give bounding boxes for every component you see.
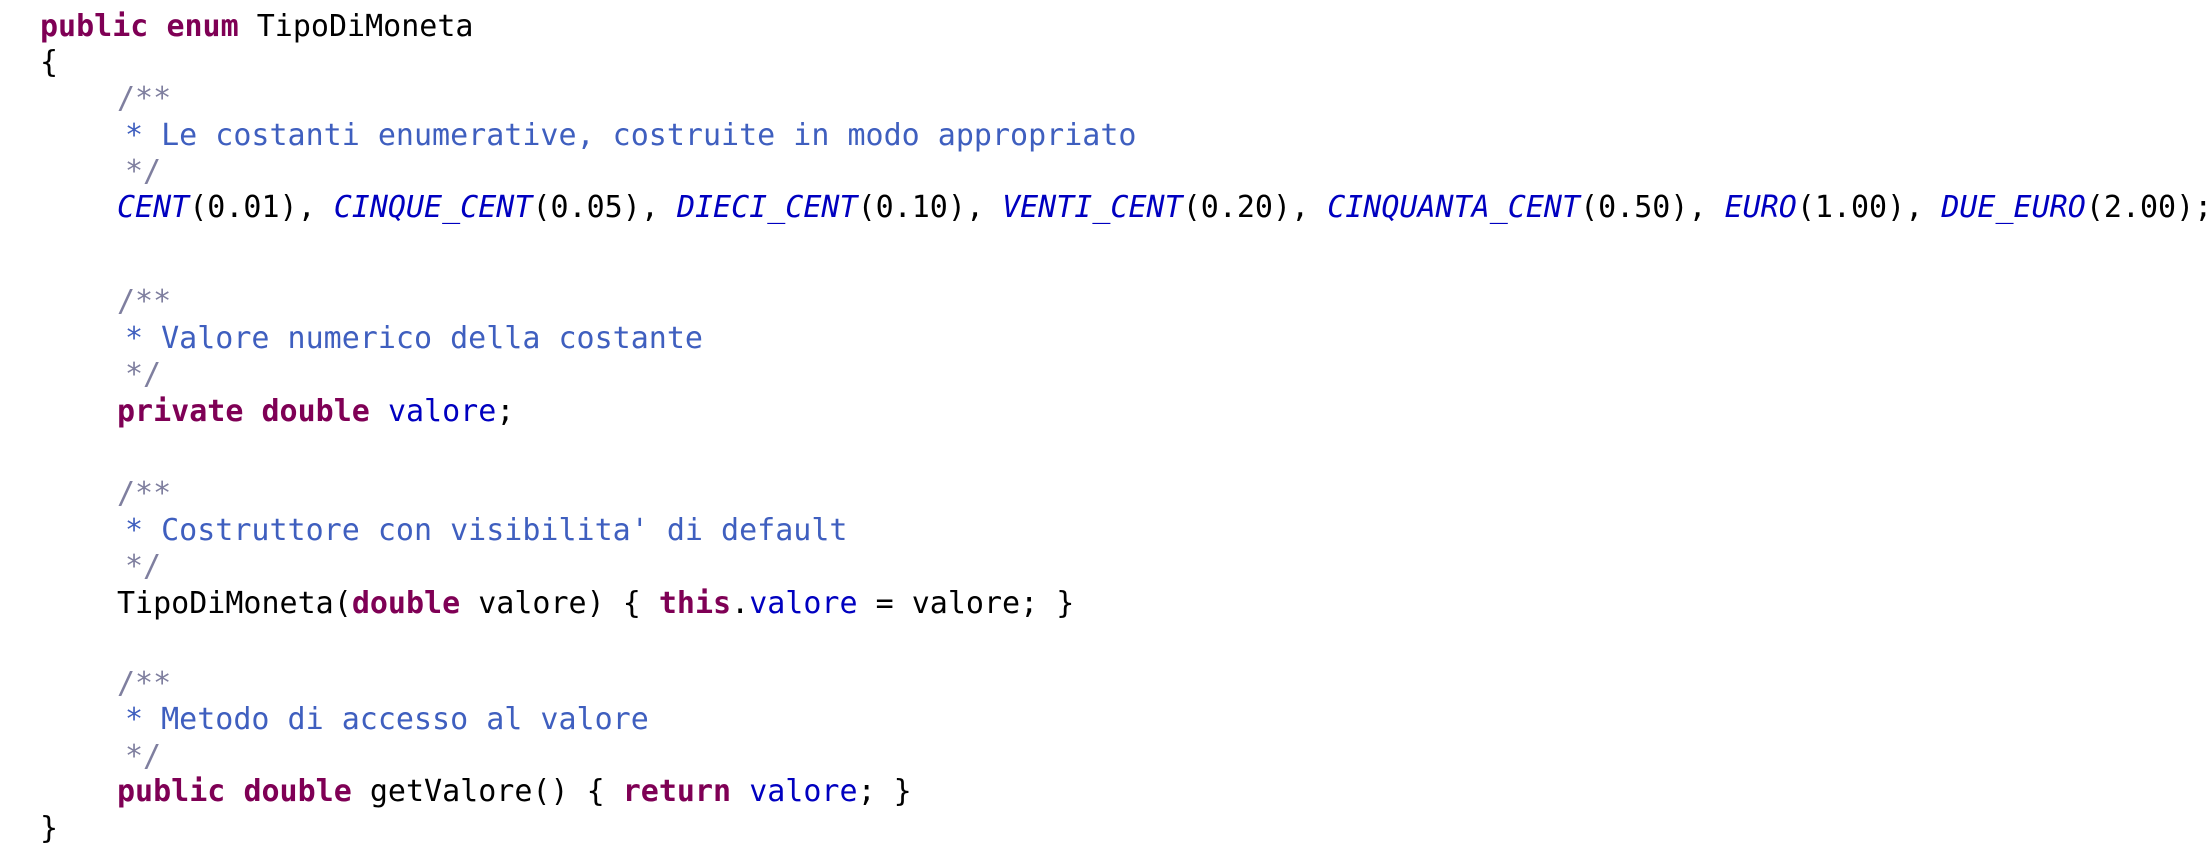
keyword-this: this [658, 586, 732, 621]
keyword-public: public [117, 774, 226, 809]
getter-line: public double getValore() { return valor… [40, 773, 912, 811]
constant-separator: , [640, 190, 677, 225]
keyword-double: double [261, 394, 370, 429]
constant-arg: (0.05) [532, 190, 641, 225]
constructor-name: TipoDiMoneta( [117, 586, 352, 621]
javadoc-close: */ [125, 357, 162, 392]
javadoc-open-line: /** [40, 475, 171, 513]
constant-separator: ; [2194, 190, 2212, 225]
javadoc-text: * Valore numerico della costante [125, 321, 703, 356]
javadoc-close: */ [125, 549, 162, 584]
javadoc-open-line: /** [40, 283, 171, 321]
field-ref: valore [749, 586, 858, 621]
constant-arg: (0.01) [189, 190, 298, 225]
javadoc-text-line: * Metodo di accesso al valore [40, 701, 649, 739]
keyword-double: double [351, 586, 461, 621]
javadoc-open: /** [117, 666, 172, 701]
constant-separator: , [1291, 190, 1328, 225]
constant-separator: , [965, 190, 1003, 225]
javadoc-close: */ [125, 739, 162, 774]
javadoc-open: /** [117, 476, 172, 511]
javadoc-open-line: /** [40, 665, 171, 703]
open-brace-line: { [40, 44, 58, 82]
getter-body-end: ; } [857, 774, 912, 809]
constant-arg: (2.00) [2085, 190, 2195, 225]
enum-constant: DUE_EURO [1941, 190, 2086, 225]
keyword-return: return [622, 774, 732, 809]
constructor-param: valore) { [460, 586, 659, 621]
semicolon: ; [496, 394, 515, 429]
keyword-public: public [40, 9, 149, 44]
javadoc-text: * Metodo di accesso al valore [125, 702, 649, 737]
constant-arg: (0.20) [1182, 190, 1292, 225]
getter-name: getValore() { [351, 774, 623, 809]
enum-constant: DIECI_CENT [676, 190, 858, 225]
keyword-double: double [243, 774, 352, 809]
javadoc-close-line: */ [40, 153, 161, 191]
javadoc-text-line: * Le costanti enumerative, costruite in … [40, 117, 1136, 155]
constant-separator: , [1688, 190, 1725, 225]
enum-constant: VENTI_CENT [1002, 190, 1183, 225]
javadoc-open: /** [117, 81, 172, 116]
enum-constant: CENT [117, 190, 190, 225]
javadoc-text: * Costruttore con visibilita' di default [125, 513, 848, 548]
open-brace: { [40, 45, 59, 80]
enum-constant: CINQUANTA_CENT [1327, 190, 1581, 225]
constant-separator: , [297, 190, 334, 225]
javadoc-text-line: * Valore numerico della costante [40, 320, 703, 358]
javadoc-open-line: /** [40, 80, 171, 118]
javadoc-close: */ [125, 154, 162, 189]
code-editor[interactable]: public enum TipoDiMoneta { /** * Le cost… [0, 0, 2212, 862]
javadoc-text-line: * Costruttore con visibilita' di default [40, 512, 847, 550]
constructor-body: = valore; } [857, 586, 1075, 621]
enum-name: TipoDiMoneta [256, 9, 474, 44]
field-declaration-line: private double valore; [40, 393, 514, 431]
javadoc-text: * Le costanti enumerative, costruite in … [125, 118, 1137, 153]
constructor-line: TipoDiMoneta(double valore) { this.valor… [40, 585, 1074, 623]
constant-arg: (0.10) [857, 190, 966, 225]
keyword-private: private [117, 394, 244, 429]
enum-declaration-line: public enum TipoDiMoneta [40, 8, 474, 46]
constant-separator: , [1905, 190, 1942, 225]
javadoc-close-line: */ [40, 548, 161, 586]
enum-constant: CINQUE_CENT [333, 190, 533, 225]
javadoc-close-line: */ [40, 356, 161, 394]
constant-arg: (1.00) [1796, 190, 1906, 225]
field-name: valore [387, 394, 497, 429]
constant-arg: (0.50) [1580, 190, 1689, 225]
enum-constants-line: CENT(0.01), CINQUE_CENT(0.05), DIECI_CEN… [40, 189, 2212, 227]
javadoc-open: /** [117, 284, 172, 319]
javadoc-close-line: */ [40, 738, 161, 776]
close-brace-line: } [40, 810, 58, 848]
dot: . [731, 586, 750, 621]
field-ref: valore [749, 774, 858, 809]
close-brace: } [40, 811, 59, 846]
enum-constant: EURO [1724, 190, 1797, 225]
keyword-enum: enum [166, 9, 239, 44]
